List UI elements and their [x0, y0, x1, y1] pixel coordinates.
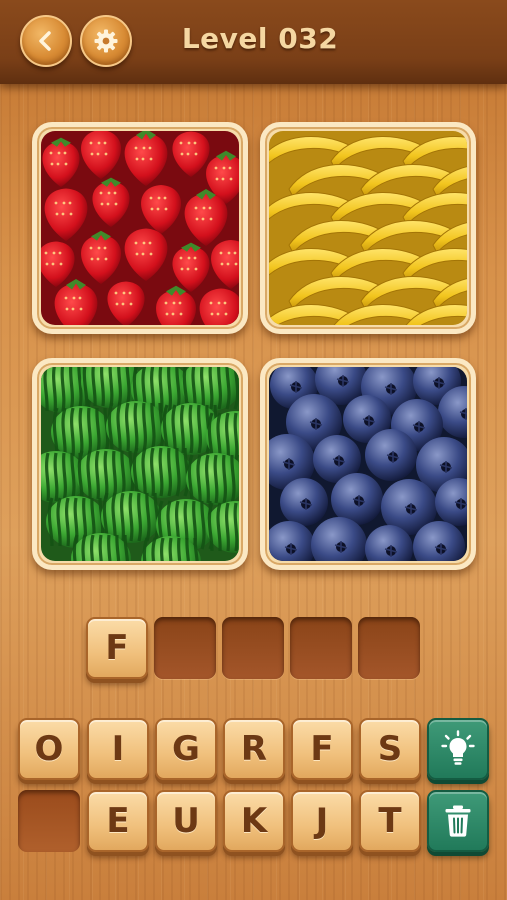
trash-icon — [445, 805, 471, 837]
letter-tile[interactable]: T — [359, 790, 421, 852]
answer-slot-3[interactable] — [222, 617, 284, 679]
answer-slot-4[interactable] — [290, 617, 352, 679]
answer-slot-5[interactable] — [358, 617, 420, 679]
bananas-image — [269, 131, 467, 325]
letter-tile[interactable]: K — [223, 790, 285, 852]
answer-slot-1[interactable]: F — [86, 617, 148, 679]
answer-slot-2[interactable] — [154, 617, 216, 679]
letter-tile[interactable]: E — [87, 790, 149, 852]
hint-button[interactable] — [427, 718, 489, 780]
strawberries-image — [41, 131, 239, 325]
letter-tile[interactable]: O — [18, 718, 80, 780]
gear-icon — [94, 29, 118, 53]
back-button[interactable] — [20, 15, 72, 67]
lightbulb-icon — [441, 730, 475, 765]
settings-button[interactable] — [80, 15, 132, 67]
blueberries-image — [269, 367, 467, 561]
letter-tile[interactable]: S — [359, 718, 421, 780]
level-title: Level 032 — [181, 22, 339, 55]
letter-tile[interactable]: U — [155, 790, 217, 852]
photo-strawberries — [32, 122, 248, 334]
letter-tile[interactable]: R — [223, 718, 285, 780]
letter-tile[interactable]: G — [155, 718, 217, 780]
chevron-left-icon — [39, 31, 51, 51]
letter-tile[interactable]: J — [291, 790, 353, 852]
photo-bananas — [260, 122, 476, 334]
top-bar: Level 032 — [0, 0, 507, 84]
watermelons-image — [41, 367, 239, 561]
photo-blueberries — [260, 358, 476, 570]
photo-watermelons — [32, 358, 248, 570]
letter-tile[interactable]: I — [87, 718, 149, 780]
letter-tile[interactable]: F — [291, 718, 353, 780]
empty-letter-slot — [18, 790, 80, 852]
delete-button[interactable] — [427, 790, 489, 852]
